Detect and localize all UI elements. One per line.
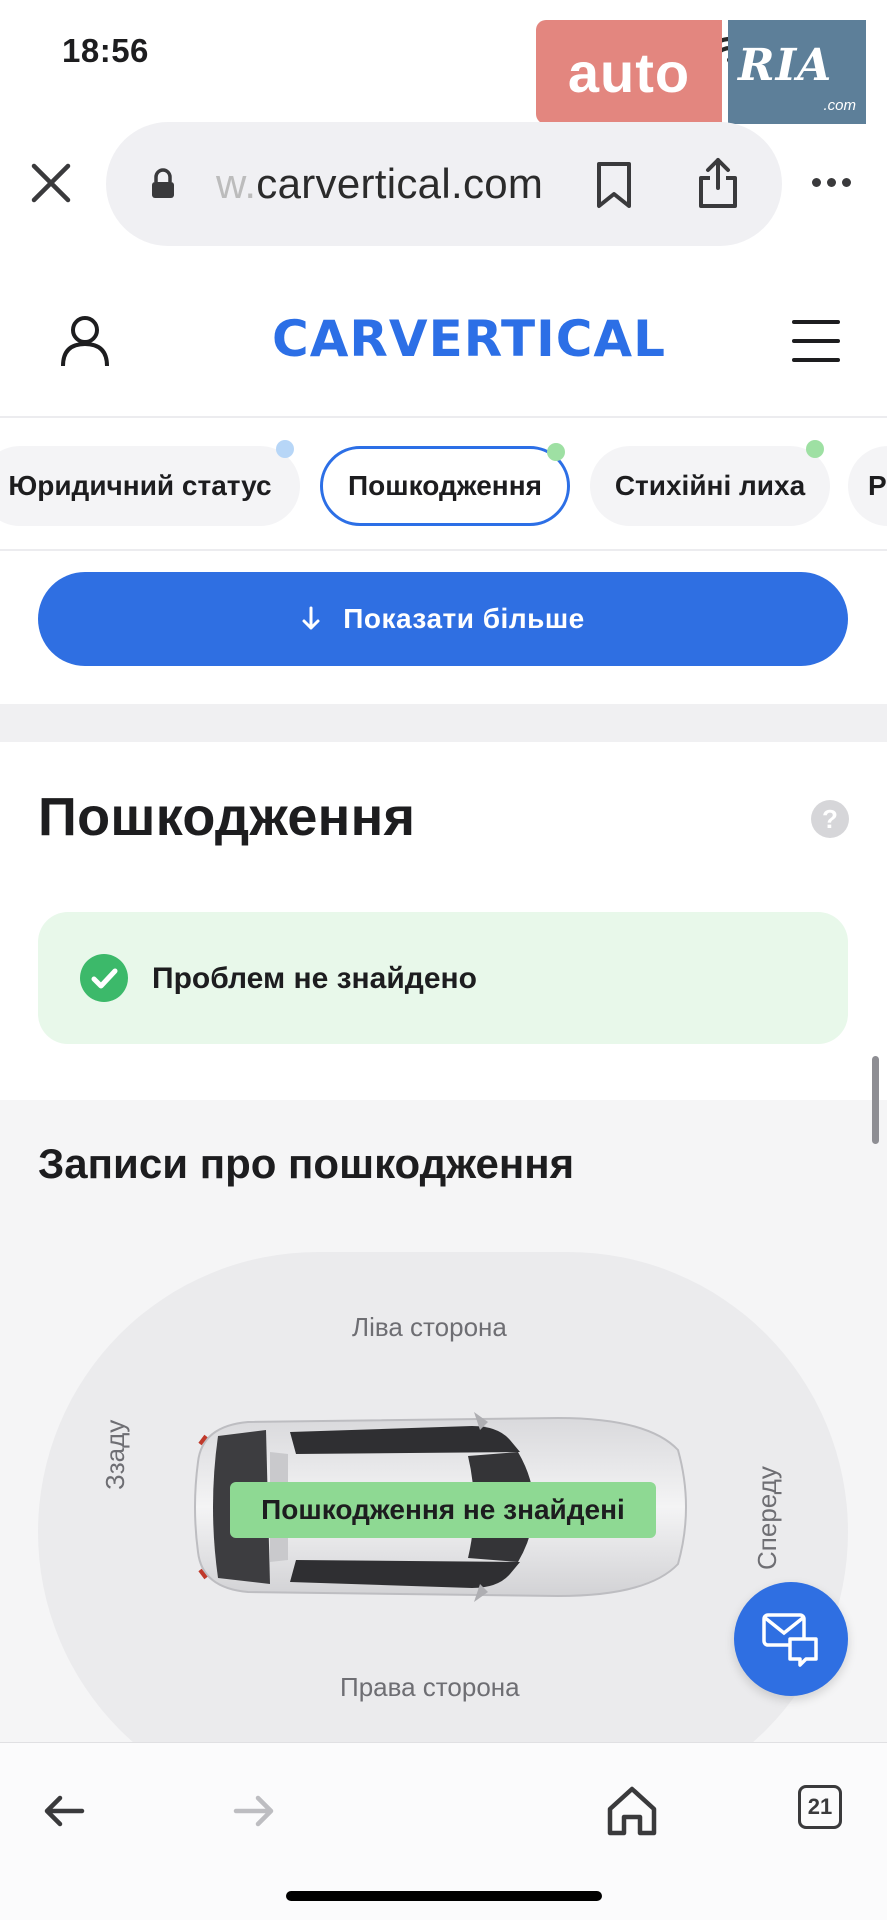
close-icon[interactable] [28, 160, 74, 206]
tab-natural-disasters[interactable]: Стихійні лиха [590, 440, 830, 526]
more-icon[interactable] [812, 178, 851, 187]
bookmark-icon[interactable] [594, 160, 634, 210]
chat-icon [762, 1613, 818, 1667]
share-icon[interactable] [696, 156, 740, 210]
tab-indicator-dot [806, 440, 824, 458]
browser-toolbar: 21 [0, 1742, 887, 1920]
user-icon[interactable] [60, 314, 110, 368]
damage-records-title: Записи про пошкодження [38, 1140, 575, 1187]
address-bar[interactable]: w.carvertical.com [106, 122, 782, 246]
tab-label: Стихійні лиха [614, 470, 806, 501]
check-circle-icon [80, 954, 128, 1002]
damage-section-title: Пошкодження [38, 787, 416, 847]
back-icon[interactable] [42, 1793, 86, 1829]
forward-icon[interactable] [232, 1793, 276, 1829]
front-label: Спереду [752, 1466, 782, 1570]
tab-label: Р [868, 470, 887, 501]
url-main: carvertical.com [256, 160, 544, 207]
tab-legal-status[interactable]: Юридичний статус [0, 440, 300, 526]
tab-label: Пошкодження [348, 470, 542, 501]
help-icon[interactable]: ? [811, 800, 849, 838]
tab-indicator-dot [547, 443, 565, 461]
tabs-count-button[interactable]: 21 [798, 1785, 842, 1829]
carvertical-logo[interactable]: CARVERTICAL [272, 310, 666, 368]
no-problems-text: Проблем не знайдено [152, 962, 477, 995]
scrollbar[interactable] [872, 1056, 879, 1144]
home-icon[interactable] [604, 1783, 660, 1839]
left-side-label: Ліва сторона [352, 1312, 507, 1342]
show-more-button[interactable]: Показати більше [38, 572, 848, 666]
header-divider [0, 416, 887, 418]
right-side-label: Права сторона [340, 1672, 520, 1702]
chat-button[interactable] [734, 1582, 848, 1696]
tab-damage[interactable]: Пошкодження [320, 443, 570, 526]
tab-label: Юридичний статус [8, 470, 272, 501]
tabs-divider [0, 549, 887, 551]
autoria-watermark: auto RIA .com [536, 20, 866, 124]
section-tabs: Юридичний статус Пошкодження Стихійні ли… [0, 440, 887, 526]
show-more-label: Показати більше [343, 603, 585, 634]
section-separator [0, 704, 887, 742]
watermark-com: .com [823, 97, 856, 114]
url-text: w.carvertical.com [216, 160, 543, 208]
arrow-down-icon [302, 606, 320, 630]
url-faded: w. [216, 160, 257, 207]
lock-icon [152, 168, 174, 198]
no-problems-banner: Проблем не знайдено [38, 912, 848, 1044]
status-time: 18:56 [62, 32, 149, 69]
no-damage-badge: Пошкодження не знайдені [230, 1482, 656, 1538]
rear-label: Ззаду [100, 1419, 130, 1490]
tab-indicator-dot [276, 440, 294, 458]
watermark-ria-text: RIA [738, 40, 833, 91]
menu-icon[interactable] [792, 320, 840, 377]
tab-next[interactable]: Р [848, 446, 887, 526]
watermark-ria: RIA .com [728, 20, 866, 124]
watermark-auto: auto [536, 20, 722, 124]
home-indicator [286, 1891, 602, 1901]
